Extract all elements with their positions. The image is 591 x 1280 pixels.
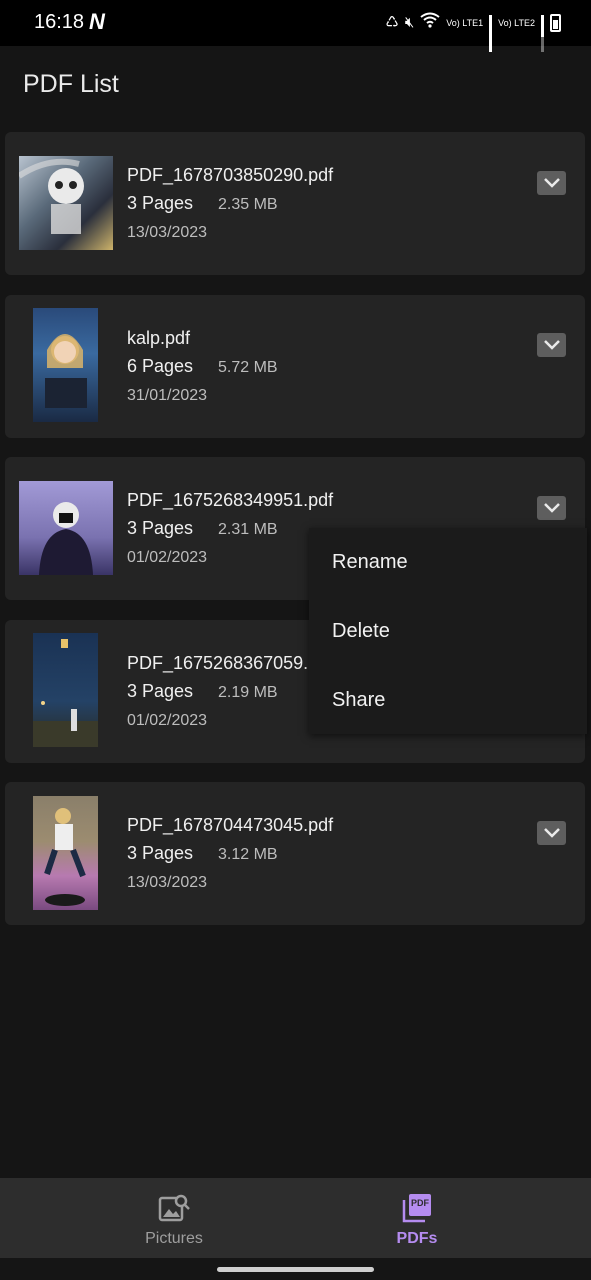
pdf-thumbnail [33,633,98,747]
pdf-list-item[interactable]: PDF_1678703850290.pdf 3 Pages 2.35 MB 13… [5,132,585,275]
pdf-date: 01/02/2023 [127,712,208,729]
menu-item-rename[interactable]: Rename [332,551,408,574]
signal-1-icon [489,15,493,52]
pdf-icon-text: PDF [411,1198,429,1208]
pdf-date: 31/01/2023 [127,387,208,404]
status-bar: 16:18 N ♺ 🔇︎ Vo) LTE1 Vo) LTE2 [0,0,591,52]
image-search-icon [158,1192,190,1229]
pdf-date: 13/03/2023 [127,224,208,241]
chevron-down-icon [543,340,560,350]
pdf-thumbnail [33,796,98,910]
pdf-list-item[interactable]: kalp.pdf 6 Pages 5.72 MB 31/01/2023 [5,295,585,438]
pdf-thumbnail [19,481,113,575]
pdf-list-item[interactable]: PDF_1678704473045.pdf 3 Pages 3.12 MB 13… [5,782,585,925]
sim2-label: Vo) LTE2 [498,18,535,28]
chevron-down-icon [543,503,560,513]
nfc-icon: N [89,9,105,34]
nav-label-pdfs: PDFs [396,1230,438,1247]
home-indicator[interactable] [217,1267,374,1272]
pdf-file-icon: PDF [401,1192,433,1224]
pdf-name: PDF_1678704473045.pdf [127,815,334,835]
page-title: PDF List [23,70,119,98]
pdf-size: 3.12 MB [218,846,278,863]
nav-item-pdfs[interactable]: PDF PDFs [269,1178,565,1258]
menu-item-share[interactable]: Share [332,689,385,712]
pdf-thumbnail [19,156,113,250]
pdf-pages: 3 Pages [127,681,194,701]
pdf-pages: 3 Pages [127,843,194,863]
pdf-size: 2.31 MB [218,521,278,538]
pdf-name: PDF_1678703850290.pdf [127,165,334,185]
sim1-label: Vo) LTE1 [446,18,484,28]
item-menu-button[interactable] [537,171,566,195]
context-menu: Rename Delete Share [309,528,587,734]
chevron-down-icon [543,828,560,838]
pdf-name: PDF_1675268349951.pdf [127,490,334,510]
wifi-icon [420,12,440,34]
chevron-down-icon [543,178,560,188]
pdf-pages: 6 Pages [127,356,194,376]
pdf-pages: 3 Pages [127,193,194,213]
recycle-icon: ♺ [385,14,399,31]
pdf-size: 5.72 MB [218,359,278,376]
pdf-size: 2.35 MB [218,196,278,213]
pdf-thumbnail [33,308,98,422]
bottom-navigation: Pictures PDF PDFs [0,1178,591,1258]
status-time: 16:18 [34,11,85,33]
item-menu-button[interactable] [537,821,566,845]
item-menu-button[interactable] [537,333,566,357]
pdf-date: 13/03/2023 [127,874,208,891]
menu-item-delete[interactable]: Delete [332,620,390,643]
signal-2-icon [541,15,544,52]
pdf-size: 2.19 MB [218,684,278,701]
pdf-name: PDF_1675268367059.pdf [127,653,334,673]
item-menu-button[interactable] [537,496,566,520]
battery-icon [550,14,561,32]
pdf-date: 01/02/2023 [127,549,208,566]
pdf-name: kalp.pdf [127,328,191,348]
pdf-pages: 3 Pages [127,518,194,538]
status-icons: ♺ 🔇︎ Vo) LTE1 Vo) LTE2 [385,12,561,52]
mute-icon: 🔇︎ [404,14,415,31]
